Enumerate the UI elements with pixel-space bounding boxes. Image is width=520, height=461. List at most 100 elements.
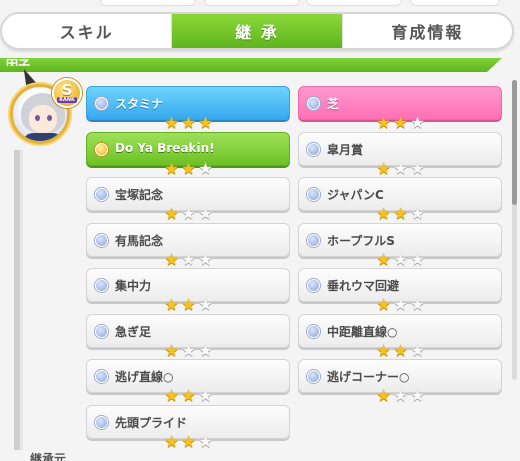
star-filled-icon: ★ xyxy=(376,113,391,132)
card-stub xyxy=(204,0,300,6)
factor-card[interactable]: 逃げコーナー○ ★ ★ ★ xyxy=(298,359,502,404)
factor-label: 有馬記念 xyxy=(115,234,164,248)
section-title: 因子 xyxy=(6,58,31,66)
factor-label: Do Ya Breakin! xyxy=(115,141,215,155)
factor-card[interactable]: 集中力 ★ ★ ★ xyxy=(86,268,290,313)
factor-card[interactable]: 宝塚記念 ★ ★ ★ xyxy=(86,177,290,222)
factor-label: 芝 xyxy=(327,97,340,111)
factor-label: 急ぎ足 xyxy=(115,325,152,339)
factor-gem-icon xyxy=(95,325,108,338)
factor-stars: ★ ★ ★ xyxy=(375,297,426,313)
factor-gem-icon xyxy=(307,325,320,338)
star-empty-icon: ★ xyxy=(181,341,196,360)
factor-card[interactable]: 垂れウマ回避 ★ ★ ★ xyxy=(298,268,502,313)
star-filled-icon: ★ xyxy=(181,432,196,451)
rank-badge: S RANK xyxy=(52,78,82,108)
star-empty-icon: ★ xyxy=(393,386,408,405)
factor-gem-icon xyxy=(95,370,108,383)
factor-gem-icon xyxy=(307,279,320,292)
factor-stars: ★ ★ ★ xyxy=(375,161,426,177)
star-empty-icon: ★ xyxy=(198,432,213,451)
star-filled-icon: ★ xyxy=(393,204,408,223)
star-empty-icon: ★ xyxy=(410,113,425,132)
factor-stars: ★ ★ ★ xyxy=(375,343,426,359)
factor-label: 集中力 xyxy=(115,279,152,293)
factor-card[interactable]: Do Ya Breakin! ★ ★ ★ xyxy=(86,132,290,177)
star-filled-icon: ★ xyxy=(164,113,179,132)
factor-card[interactable]: ホープフルS ★ ★ ★ xyxy=(298,223,502,268)
factor-stars: ★ ★ ★ xyxy=(375,206,426,222)
factor-card[interactable]: 急ぎ足 ★ ★ ★ xyxy=(86,314,290,359)
factor-card[interactable]: 皐月賞 ★ ★ ★ xyxy=(298,132,502,177)
star-empty-icon: ★ xyxy=(181,204,196,223)
star-filled-icon: ★ xyxy=(164,250,179,269)
factor-gem-icon xyxy=(95,188,108,201)
tab-skills[interactable]: スキル xyxy=(2,14,173,48)
rank-letter: S xyxy=(61,81,73,99)
factor-stars: ★ ★ ★ xyxy=(375,252,426,268)
factor-label: 宝塚記念 xyxy=(115,188,164,202)
star-empty-icon: ★ xyxy=(198,341,213,360)
star-filled-icon: ★ xyxy=(164,386,179,405)
star-empty-icon: ★ xyxy=(198,250,213,269)
star-filled-icon: ★ xyxy=(376,159,391,178)
scrollbar-thumb[interactable] xyxy=(512,80,517,205)
factor-card[interactable]: 芝 ★ ★ ★ xyxy=(298,86,502,131)
factor-gem-icon xyxy=(95,416,108,429)
star-filled-icon: ★ xyxy=(164,432,179,451)
factor-card[interactable]: 有馬記念 ★ ★ ★ xyxy=(86,223,290,268)
star-empty-icon: ★ xyxy=(410,159,425,178)
rank-text: RANK xyxy=(57,97,77,103)
factor-gem-icon xyxy=(307,188,320,201)
factor-stars: ★ ★ ★ xyxy=(163,115,214,131)
factor-stars: ★ ★ ★ xyxy=(163,206,214,222)
star-filled-icon: ★ xyxy=(164,204,179,223)
factor-card[interactable]: スタミナ ★ ★ ★ xyxy=(86,86,290,131)
factor-label: スタミナ xyxy=(115,97,164,111)
tab-training-info[interactable]: 育成情報 xyxy=(343,14,512,48)
star-filled-icon: ★ xyxy=(376,204,391,223)
star-empty-icon: ★ xyxy=(393,295,408,314)
tab-bar: スキル 継 承 育成情報 xyxy=(0,12,514,50)
star-empty-icon: ★ xyxy=(410,204,425,223)
factor-gem-icon xyxy=(95,234,108,247)
factor-label: 逃げ直線○ xyxy=(115,370,174,384)
factor-gem-icon xyxy=(307,370,320,383)
factor-gem-icon xyxy=(307,234,320,247)
star-empty-icon: ★ xyxy=(410,295,425,314)
section-header-bar xyxy=(0,58,502,72)
factor-label: 皐月賞 xyxy=(327,143,364,157)
star-filled-icon: ★ xyxy=(181,159,196,178)
factor-gem-icon xyxy=(95,279,108,292)
star-empty-icon: ★ xyxy=(198,386,213,405)
tree-line-shade xyxy=(20,150,23,450)
factor-card[interactable]: 先頭プライド ★ ★ ★ xyxy=(86,405,290,450)
star-filled-icon: ★ xyxy=(181,295,196,314)
star-filled-icon: ★ xyxy=(393,113,408,132)
factor-stars: ★ ★ ★ xyxy=(163,343,214,359)
factor-card[interactable]: 逃げ直線○ ★ ★ ★ xyxy=(86,359,290,404)
factor-stars: ★ ★ ★ xyxy=(163,161,214,177)
star-filled-icon: ★ xyxy=(181,113,196,132)
factor-card[interactable]: 中距離直線○ ★ ★ ★ xyxy=(298,314,502,359)
factor-label: ジャパンC xyxy=(327,188,384,202)
star-empty-icon: ★ xyxy=(393,159,408,178)
factor-stars: ★ ★ ★ xyxy=(163,388,214,404)
star-filled-icon: ★ xyxy=(376,250,391,269)
star-filled-icon: ★ xyxy=(181,386,196,405)
factor-stars: ★ ★ ★ xyxy=(375,115,426,131)
star-empty-icon: ★ xyxy=(198,295,213,314)
tab-inheritance[interactable]: 継 承 xyxy=(172,14,343,48)
card-stub xyxy=(100,0,196,6)
star-filled-icon: ★ xyxy=(198,113,213,132)
factor-card[interactable]: ジャパンC ★ ★ ★ xyxy=(298,177,502,222)
footer-section-label: 継承元 xyxy=(30,452,67,461)
star-empty-icon: ★ xyxy=(198,204,213,223)
star-empty-icon: ★ xyxy=(410,386,425,405)
factor-gem-icon xyxy=(95,97,108,110)
factor-stars: ★ ★ ★ xyxy=(163,434,214,450)
factor-label: ホープフルS xyxy=(327,234,395,248)
factor-label: 先頭プライド xyxy=(115,416,188,430)
star-filled-icon: ★ xyxy=(376,386,391,405)
star-filled-icon: ★ xyxy=(164,295,179,314)
